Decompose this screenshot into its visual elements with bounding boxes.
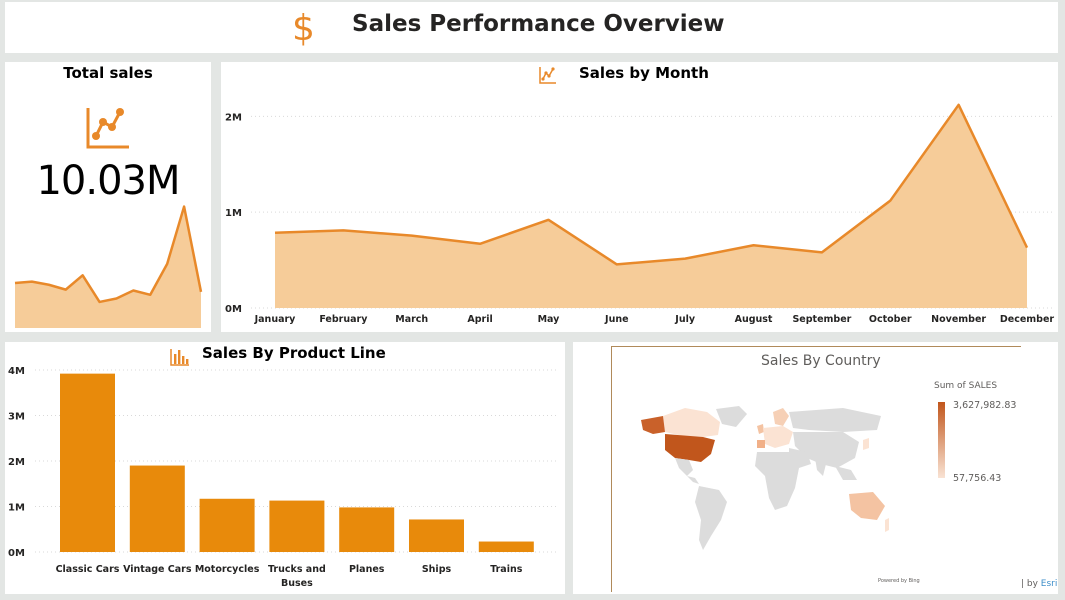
- product-x-tick-label: Buses: [281, 578, 313, 589]
- esri-link[interactable]: Esri: [1041, 579, 1058, 589]
- month-x-tick-label: February: [319, 314, 368, 325]
- product-x-tick-label: Planes: [349, 564, 385, 575]
- map-region-africa: [755, 452, 799, 510]
- map-legend-title: Sum of SALES: [934, 381, 998, 391]
- month-data-point[interactable]: [340, 227, 346, 233]
- month-x-tick-label: October: [869, 314, 912, 325]
- month-y-tick-label: 2M: [225, 112, 242, 123]
- map-region-usa: [665, 434, 715, 462]
- month-data-point[interactable]: [272, 230, 278, 236]
- month-x-tick-label: July: [674, 314, 696, 325]
- world-map[interactable]: [623, 402, 893, 562]
- product-bar[interactable]: [269, 500, 325, 552]
- month-data-point[interactable]: [409, 233, 415, 239]
- month-data-point[interactable]: [887, 198, 893, 204]
- sparkline-area: [15, 206, 201, 328]
- total-sales-card[interactable]: Total sales 10.03M: [5, 62, 211, 332]
- dollar-icon: $: [292, 8, 315, 49]
- product-y-tick-label: 1M: [8, 503, 25, 514]
- map-region-central-america: [687, 476, 699, 484]
- esri-attribution[interactable]: | by Esri: [1021, 579, 1057, 589]
- month-x-tick-label: June: [604, 314, 629, 325]
- map-region-south-america: [695, 486, 727, 550]
- map-region-southeast-asia: [835, 466, 857, 480]
- product-y-tick-label: 0M: [8, 548, 25, 559]
- product-bar[interactable]: [409, 519, 464, 552]
- map-region-australia: [849, 492, 885, 520]
- product-x-tick-label: Ships: [422, 564, 452, 575]
- month-x-tick-label: September: [792, 314, 851, 325]
- month-data-point[interactable]: [956, 102, 962, 108]
- bing-attribution: Powered by Bing: [878, 578, 920, 584]
- map-legend-max: 3,627,982.83: [953, 400, 1017, 411]
- map-region-canada: [663, 408, 720, 437]
- product-y-tick-label: 3M: [8, 412, 25, 423]
- map-region-uk: [757, 424, 764, 434]
- map-region-russia: [789, 408, 881, 432]
- sales-by-month-chart[interactable]: 0M 1M 2M January February March April May June Ju…: [221, 62, 1058, 332]
- sales-by-country-card[interactable]: Sales By Country Sum of SALES 3,627,982.…: [573, 342, 1058, 594]
- map-region-scandinavia: [773, 408, 789, 426]
- product-bar[interactable]: [60, 373, 115, 552]
- month-data-point[interactable]: [751, 242, 757, 248]
- month-data-point[interactable]: [819, 249, 825, 255]
- sales-by-product-line-card[interactable]: Sales By Product Line 0M 1M 2M 3M 4M Classic …: [5, 342, 565, 594]
- month-data-point[interactable]: [614, 261, 620, 267]
- product-bar[interactable]: [339, 507, 395, 552]
- map-region-india: [815, 458, 827, 476]
- sales-by-product-line-chart[interactable]: 0M 1M 2M 3M 4M Classic Cars Vintage Cars Motorc…: [5, 342, 565, 594]
- month-data-point[interactable]: [477, 241, 483, 247]
- month-x-tick-label: May: [538, 314, 561, 325]
- month-x-tick-label: January: [254, 314, 297, 325]
- month-x-tick-label: December: [1000, 314, 1055, 325]
- map-region-new-zealand: [885, 518, 889, 532]
- month-y-tick-label: 0M: [225, 304, 242, 315]
- line-chart-icon: [86, 108, 129, 149]
- month-y-tick-label: 1M: [225, 208, 242, 219]
- product-x-tick-label: Motorcycles: [195, 564, 260, 575]
- map-legend-gradient: [938, 402, 945, 478]
- map-region-greenland: [716, 406, 747, 427]
- month-x-tick-label: November: [931, 314, 986, 325]
- product-y-tick-label: 2M: [8, 457, 25, 468]
- month-x-tick-label: March: [395, 314, 428, 325]
- total-sales-title: Total sales: [63, 64, 153, 82]
- map-legend-min: 57,756.43: [953, 473, 1002, 484]
- dashboard-header: $ Sales Performance Overview: [5, 2, 1058, 53]
- map-region-alaska: [641, 416, 665, 434]
- esri-prefix: | by: [1021, 579, 1041, 589]
- sales-by-month-card[interactable]: Sales by Month 0M 1M 2M January February Marc…: [221, 62, 1058, 332]
- month-data-point[interactable]: [545, 217, 551, 223]
- product-x-tick-label: Classic Cars: [56, 564, 120, 575]
- product-x-tick-label: Vintage Cars: [123, 564, 192, 575]
- month-area-fill: [275, 104, 1027, 308]
- month-x-tick-label: April: [467, 314, 492, 325]
- product-bar[interactable]: [129, 465, 185, 552]
- sales-by-country-title: Sales By Country: [761, 353, 881, 369]
- month-data-point[interactable]: [682, 256, 688, 262]
- product-bar[interactable]: [199, 498, 255, 552]
- map-region-spain: [757, 440, 765, 448]
- product-y-tick-label: 4M: [8, 366, 25, 377]
- map-region-mexico: [675, 458, 693, 476]
- total-sales-sparkline: [14, 205, 203, 328]
- map-region-europe: [763, 426, 793, 448]
- product-x-tick-label: Trains: [490, 564, 523, 575]
- month-x-tick-label: August: [735, 314, 773, 325]
- map-region-japan: [863, 438, 869, 450]
- month-data-point[interactable]: [1024, 245, 1030, 251]
- page-title: Sales Performance Overview: [352, 11, 725, 37]
- product-bar[interactable]: [478, 541, 534, 552]
- product-x-tick-label: Trucks and: [268, 564, 326, 575]
